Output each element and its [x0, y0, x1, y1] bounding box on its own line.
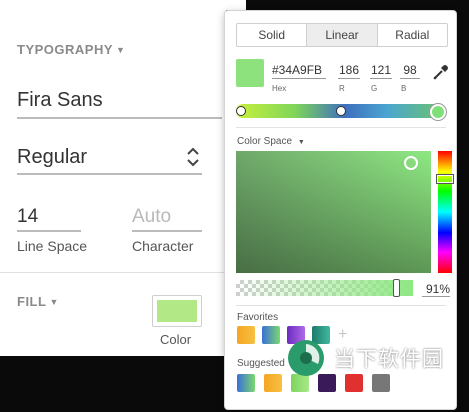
character-spacing-input[interactable]: Auto: [132, 206, 202, 232]
tab-radial[interactable]: Radial: [376, 24, 447, 46]
blue-label: B: [401, 84, 407, 93]
watermark: 当下软件园: [286, 338, 456, 380]
eyedropper-icon[interactable]: [432, 63, 450, 81]
hue-slider-handle[interactable]: [437, 175, 453, 183]
hex-label: Hex: [272, 84, 287, 93]
typography-title-text: TYPOGRAPHY: [17, 42, 114, 57]
font-weight-value: Regular: [17, 146, 88, 168]
line-space-label: Line Space: [17, 238, 88, 254]
caret-down-icon: ▼: [116, 45, 126, 55]
green-label: G: [371, 84, 378, 93]
hue-slider[interactable]: [437, 151, 453, 273]
fill-title-text: FILL: [17, 294, 47, 309]
gradient-stop-handle[interactable]: [336, 106, 346, 116]
opacity-slider-handle[interactable]: [393, 279, 400, 297]
opacity-slider[interactable]: [236, 279, 413, 297]
gradient-stops-slider[interactable]: [236, 104, 446, 120]
favorites-label: Favorites: [237, 312, 279, 323]
font-family-input[interactable]: Fira Sans: [17, 89, 222, 119]
fill-color-button[interactable]: [152, 295, 202, 327]
gradient-stop-handle-active[interactable]: [430, 104, 446, 120]
current-color-swatch: [236, 59, 264, 87]
character-label: Character: [132, 238, 194, 254]
swatch-blue-green[interactable]: [237, 374, 255, 392]
font-weight-select[interactable]: Regular: [17, 146, 202, 175]
red-input[interactable]: 186: [338, 63, 360, 79]
typography-section-title[interactable]: TYPOGRAPHY ▼: [17, 42, 125, 57]
caret-down-icon: ▼: [49, 297, 59, 307]
tab-linear[interactable]: Linear: [306, 24, 377, 46]
fill-color-label: Color: [160, 332, 192, 347]
section-divider: [0, 272, 226, 273]
saturation-value-handle[interactable]: [404, 156, 418, 170]
red-label: R: [339, 84, 345, 93]
color-space-label: Color Space: [237, 136, 293, 147]
chevron-updown-icon: [187, 147, 199, 167]
green-input[interactable]: 121: [370, 63, 392, 79]
caret-down-icon: ▼: [297, 139, 305, 146]
swatch-orange[interactable]: [264, 374, 282, 392]
watermark-logo-icon: [288, 340, 324, 376]
divider: [236, 305, 446, 306]
swatch-blue-green-gradient[interactable]: [262, 326, 280, 344]
opacity-input[interactable]: 91%: [422, 282, 450, 297]
suggested-label: Suggested: [237, 358, 285, 369]
panel-edge: [226, 0, 246, 10]
blue-input[interactable]: 98: [400, 63, 420, 79]
saturation-value-field[interactable]: [236, 151, 431, 273]
line-space-input[interactable]: 14: [17, 206, 81, 232]
typography-panel: TYPOGRAPHY ▼ Fira Sans Regular 14 Auto Li…: [0, 0, 226, 356]
color-space-dropdown[interactable]: Color Space ▼: [237, 136, 305, 147]
tab-solid[interactable]: Solid: [237, 24, 306, 46]
watermark-text: 当下软件园: [334, 348, 444, 371]
hex-input[interactable]: #34A9FB: [272, 63, 326, 79]
divider: [236, 127, 446, 128]
gradient-type-tabs: Solid Linear Radial: [236, 23, 448, 47]
swatch-orange-gradient[interactable]: [237, 326, 255, 344]
fill-section-title[interactable]: FILL ▼: [17, 294, 59, 309]
gradient-stop-handle[interactable]: [236, 106, 246, 116]
fill-color-swatch: [157, 300, 197, 322]
